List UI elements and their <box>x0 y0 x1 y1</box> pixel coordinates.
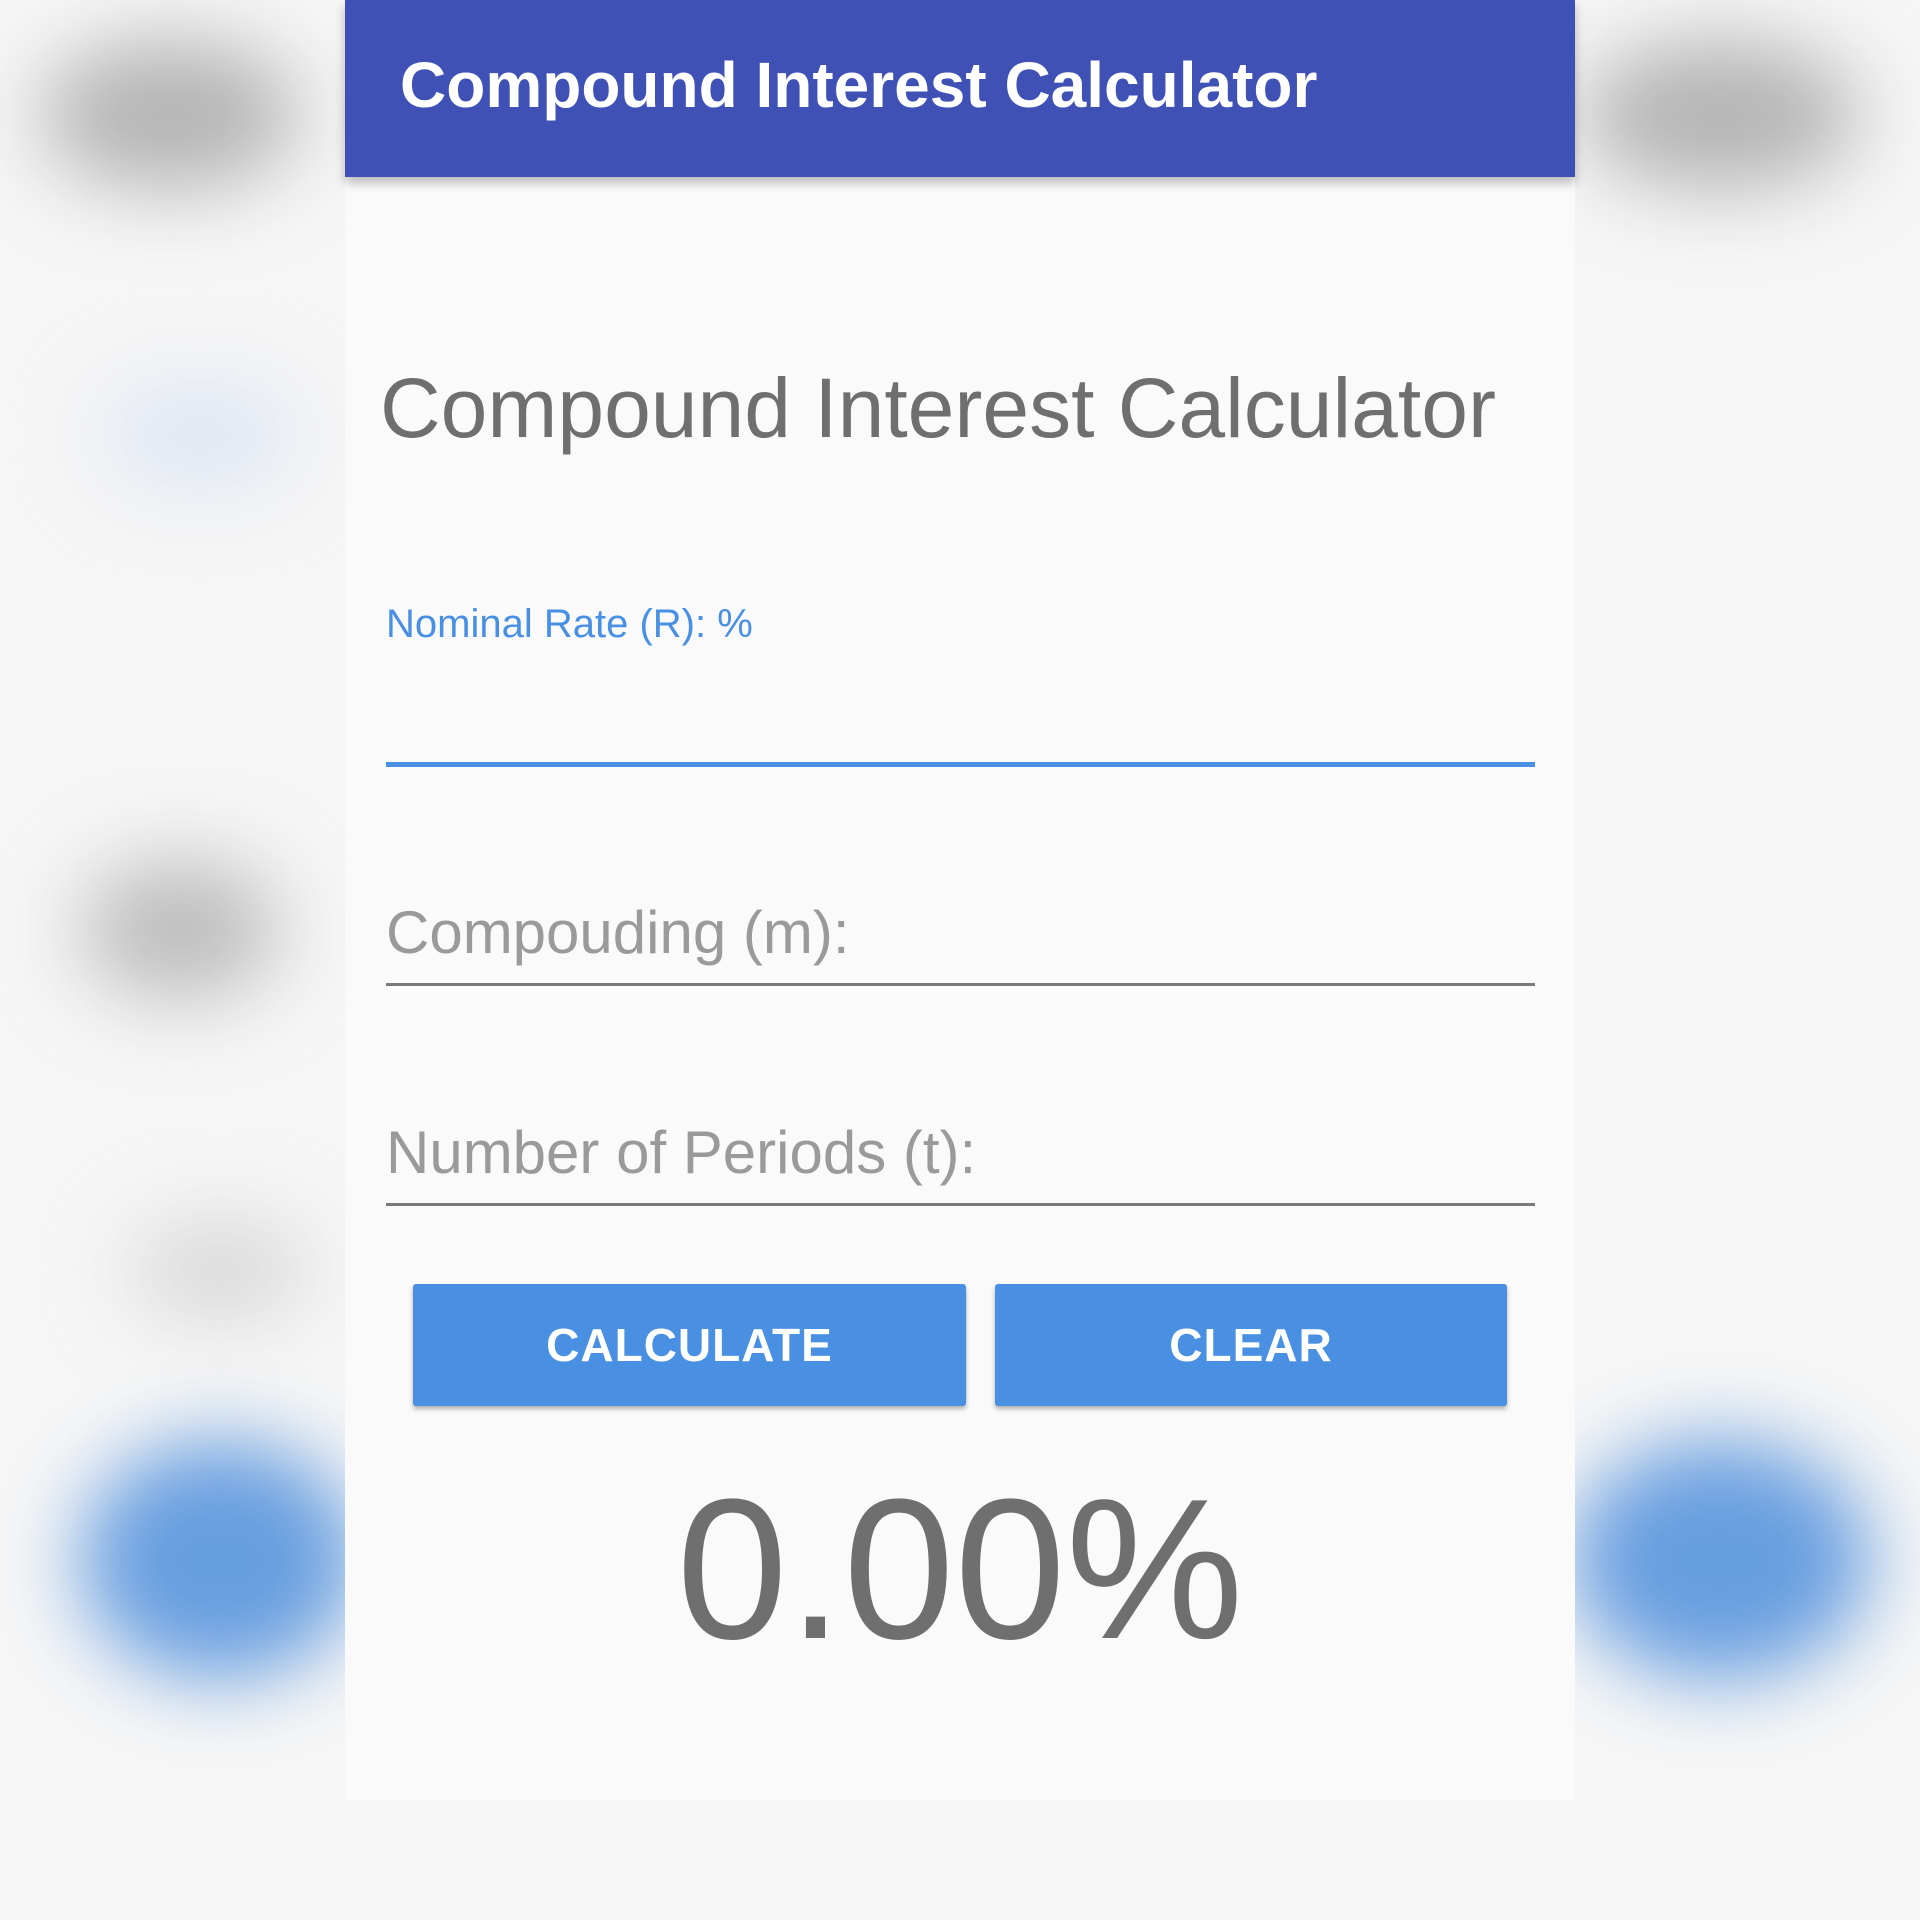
app-screen: Compound Interest Calculator Compound In… <box>345 0 1575 1800</box>
periods-underline <box>386 1203 1535 1206</box>
backdrop-blur-shape <box>40 40 300 190</box>
backdrop-blur-shape <box>100 380 300 490</box>
backdrop-blur-shape <box>130 1220 310 1320</box>
backdrop-blur-shape <box>80 860 280 1000</box>
periods-field[interactable]: Number of Periods (t): <box>386 1100 1535 1210</box>
nominal-rate-underline-active <box>386 762 1535 767</box>
nominal-rate-label: Nominal Rate (R): % <box>386 602 753 646</box>
page-title: Compound Interest Calculator <box>380 361 1496 455</box>
backdrop-blur-shape <box>1580 40 1860 190</box>
result-value: 0.00% <box>676 1458 1244 1681</box>
backdrop-blur-shape <box>1570 1440 1870 1680</box>
app-bar-title: Compound Interest Calculator <box>400 49 1318 121</box>
compounding-placeholder: Compouding (m): <box>386 899 850 966</box>
calculate-button[interactable]: CALCULATE <box>413 1284 966 1406</box>
periods-placeholder: Number of Periods (t): <box>386 1119 977 1186</box>
compounding-underline <box>386 983 1535 986</box>
backdrop-blur-shape <box>80 1440 360 1680</box>
nominal-rate-field[interactable]: Nominal Rate (R): % <box>386 590 1535 770</box>
app-bar: Compound Interest Calculator <box>345 0 1575 177</box>
compounding-field[interactable]: Compouding (m): <box>386 880 1535 990</box>
clear-button[interactable]: CLEAR <box>995 1284 1507 1406</box>
